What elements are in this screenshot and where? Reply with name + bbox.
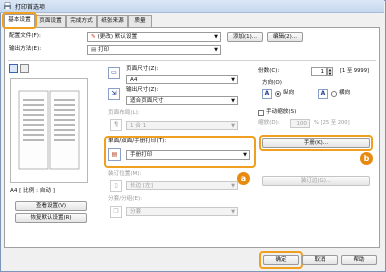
copies-label: 份数(C): [258, 68, 280, 74]
collate-icon: ❐ [110, 206, 122, 218]
tab-paper-source[interactable]: 纸张来源 [97, 15, 128, 27]
tab-label: 质量 [134, 18, 146, 24]
manual-scaling-label: 手动缩放(S) [266, 109, 297, 115]
printer-view-icon[interactable] [20, 64, 29, 73]
orientation-label: 方向(O) [262, 80, 282, 86]
highlight-ok-button [259, 251, 303, 269]
output-size-label: 输出尺寸(Z): [126, 87, 159, 93]
callout-a: a [237, 172, 250, 185]
highlight-basic-tab [2, 12, 37, 29]
print-preview-icon[interactable] [9, 64, 18, 73]
restore-defaults-button[interactable]: 恢复默认设置(R) [15, 213, 87, 223]
chevron-down-icon: ▼ [231, 209, 235, 215]
scale-range: % [25 至 200] [314, 120, 350, 126]
page-size-icon: ▭ [108, 67, 120, 79]
view-settings-button[interactable]: 查看设置(V) [15, 201, 87, 211]
output-size-icon: ⇲ [108, 88, 120, 100]
copies-range: [1 至 9999] [340, 68, 370, 74]
duplex-value: 手册打印 [130, 152, 153, 158]
page-size-select[interactable]: A4 ▼ [126, 75, 238, 84]
copies-spinner[interactable]: ▲ ▼ [327, 67, 333, 76]
binding-location-label: 装订位置(M): [108, 171, 142, 177]
printer-icon: ▤ [91, 47, 97, 53]
tab-page-setup[interactable]: 页面设置 [35, 15, 66, 27]
chevron-down-icon: ▼ [231, 77, 235, 83]
page-layout-select[interactable]: 1 合 1 ▼ [126, 121, 238, 130]
callout-b: b [360, 152, 373, 165]
tab-label: 完成方式 [70, 18, 93, 24]
copies-input[interactable]: 1 [311, 67, 327, 76]
landscape-radio[interactable] [331, 91, 337, 97]
landscape-label: 横向 [339, 90, 351, 96]
tab-label: 纸张来源 [101, 18, 124, 24]
highlight-booklet-button [259, 135, 373, 151]
binding-location-select[interactable]: 长边 [左] ▼ [126, 181, 238, 190]
page-layout-value: 1 合 1 [130, 123, 147, 129]
output-method-label: 输出方法(E): [9, 46, 42, 52]
page-size-label: 页面尺寸(Z): [126, 66, 159, 72]
profile-label: 配置文件(F): [9, 33, 41, 39]
manual-scaling-checkbox[interactable] [258, 110, 264, 116]
add-profile-button[interactable]: 添加(1)... [227, 32, 263, 42]
landscape-icon: A [318, 89, 328, 99]
preview-caption: A4 [ 比例 : 自动 ] [10, 188, 55, 194]
portrait-icon: A [262, 89, 272, 99]
printer-icon [3, 2, 12, 10]
scale-label: 缩放(D): [258, 120, 280, 126]
help-button[interactable]: 帮助 [341, 255, 377, 265]
pencil-icon: ✎ [91, 34, 96, 40]
portrait-label: 纵向 [283, 90, 295, 96]
binding-icon: ▯ [110, 180, 122, 192]
binding-location-value: 长边 [左] [130, 183, 153, 189]
duplex-select[interactable]: 手册打印 ▼ [126, 150, 250, 160]
scale-value: 100 [296, 121, 307, 127]
portrait-radio[interactable] [275, 91, 281, 97]
window-title: 打印首选项 [15, 4, 46, 11]
copies-value: 1 [320, 69, 324, 75]
output-method-select[interactable]: ▤ 打印 ▼ [87, 45, 221, 55]
booklet-icon: ▤ [108, 148, 121, 161]
profile-select[interactable]: ✎ (更改) 默认设置 ▼ [87, 32, 221, 42]
tab-label: 页面设置 [39, 18, 62, 24]
profile-value: (更改) 默认设置 [97, 34, 138, 40]
page-layout-icon: ¶ [110, 119, 122, 131]
tab-finishing[interactable]: 完成方式 [66, 15, 97, 27]
chevron-down-icon: ▼ [214, 47, 218, 53]
cancel-button[interactable]: 取消 [302, 255, 338, 265]
chevron-down-icon: ▼ [231, 183, 235, 189]
collate-select[interactable]: 分套 ▼ [126, 207, 238, 216]
chevron-down-icon: ▼ [243, 152, 247, 158]
gutter-button[interactable]: 装订边(G)... [262, 176, 370, 186]
page-size-value: A4 [130, 77, 138, 83]
output-method-value: 打印 [98, 47, 110, 53]
chevron-down-icon: ▼ [231, 123, 235, 129]
title-bar: 打印首选项 [0, 0, 384, 13]
page-layout-label: 页面布局(L): [108, 110, 140, 116]
preview-frame [10, 78, 88, 183]
divider [8, 60, 376, 61]
chevron-down-icon: ▼ [214, 34, 218, 40]
collate-value: 分套 [130, 209, 142, 215]
preview-mode-icons[interactable] [9, 64, 31, 74]
output-size-value: 适合页面尺寸 [130, 98, 164, 104]
tab-quality[interactable]: 质量 [128, 15, 152, 27]
chevron-down-icon: ▼ [231, 98, 235, 104]
collate-label: 分套/分组(E): [108, 196, 143, 202]
scale-input[interactable]: 100 [290, 119, 310, 128]
edit-profile-button[interactable]: 编辑(2)... [267, 32, 303, 42]
output-size-select[interactable]: 适合页面尺寸 ▼ [126, 96, 238, 105]
